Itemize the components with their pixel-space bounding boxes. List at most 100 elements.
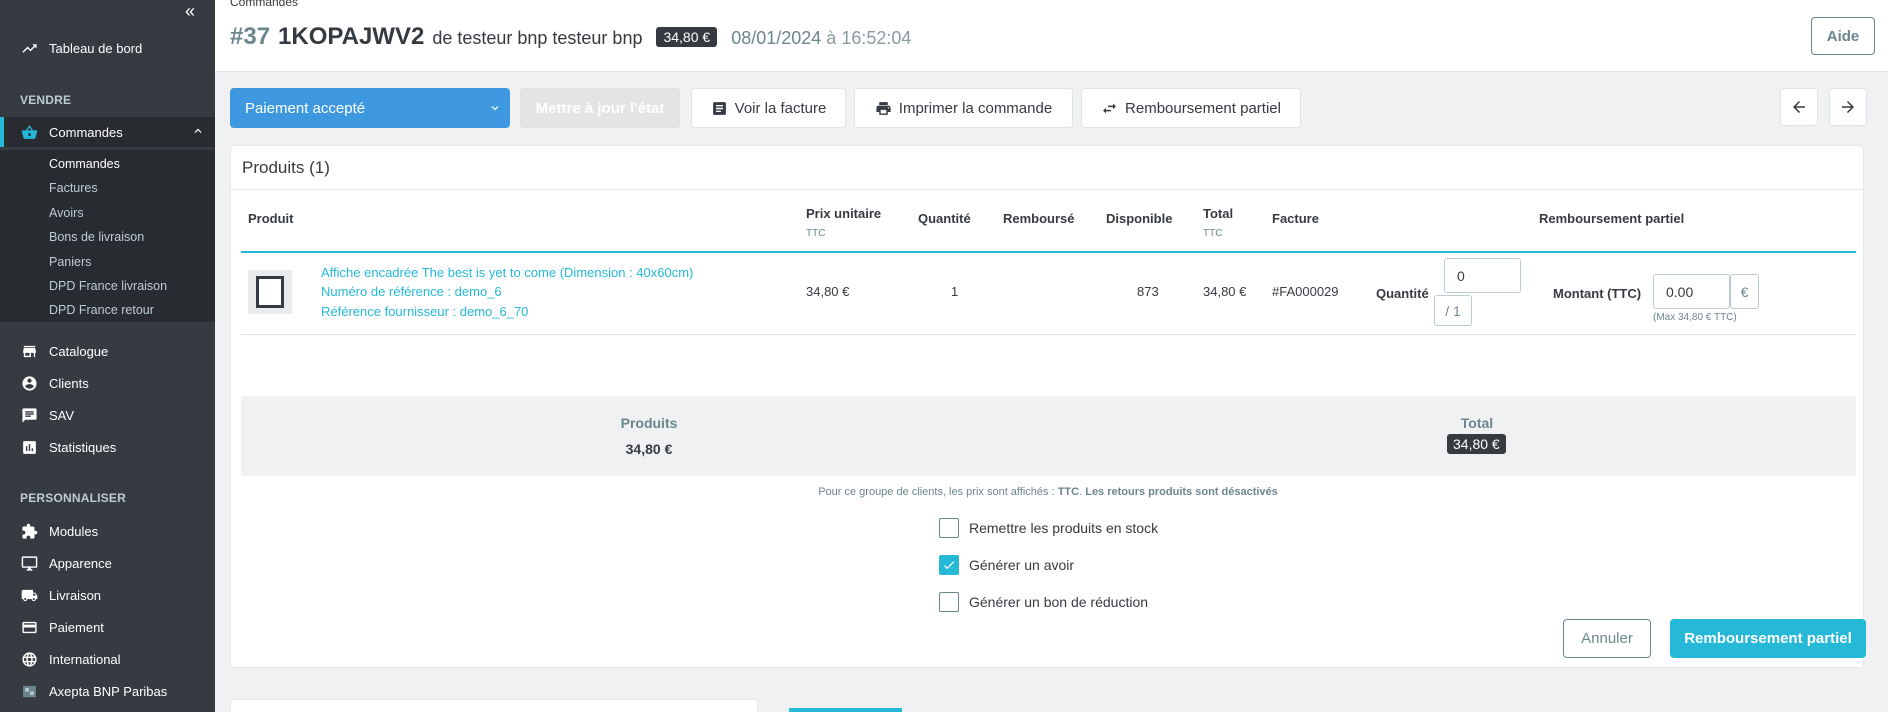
sidebar-item-label: Statistiques — [49, 439, 117, 455]
axepta-logo-icon — [20, 682, 38, 700]
chart-box-icon — [20, 438, 38, 456]
check-icon — [943, 561, 955, 570]
section-title-customize: PERSONNALISER — [20, 491, 126, 505]
subnav-carts[interactable]: Paniers — [49, 255, 91, 269]
refund-quantity-input[interactable]: 0 — [1444, 258, 1521, 293]
voucher-checkbox[interactable] — [939, 592, 959, 612]
sidebar-item-label: Tableau de bord — [49, 40, 143, 56]
sidebar-item-customers[interactable]: Clients — [0, 368, 215, 398]
arrow-right-icon — [1842, 101, 1854, 113]
basket-icon — [20, 123, 38, 141]
col-header-total: Total — [1203, 206, 1234, 221]
print-order-button[interactable]: Imprimer la commande — [854, 88, 1073, 128]
col-header-total-sub: TTC — [1203, 228, 1223, 239]
sidebar-item-catalog[interactable]: Catalogue — [0, 336, 215, 366]
sidebar-item-label: Paiement — [49, 619, 104, 635]
store-icon — [20, 342, 38, 360]
credit-card-icon — [20, 618, 38, 636]
sidebar-item-label: Clients — [49, 375, 89, 391]
page-title: #37 1KOPAJWV2 de testeur bnp testeur bnp… — [230, 23, 911, 51]
print-order-label: Imprimer la commande — [898, 99, 1053, 117]
orders-submenu: Commandes Factures Avoirs Bons de livrai… — [0, 150, 215, 322]
help-button[interactable]: Aide — [1811, 17, 1875, 55]
account-circle-icon — [20, 374, 38, 392]
sidebar-item-stats[interactable]: Statistiques — [0, 432, 215, 462]
sidebar-item-shipping[interactable]: Livraison — [0, 580, 215, 610]
col-header-unit-price-sub: TTC — [806, 228, 826, 239]
previous-order-button[interactable] — [1780, 88, 1818, 126]
view-invoice-label: Voir la facture — [734, 99, 827, 117]
refund-amount-label: Montant (TTC) — [1553, 286, 1642, 301]
puzzle-icon — [20, 522, 38, 540]
col-header-refunded: Remboursé — [1003, 211, 1075, 226]
sidebar: « Tableau de bord VENDRE Commandes Comma… — [0, 0, 215, 712]
page-header: Commandes #37 1KOPAJWV2 de testeur bnp t… — [215, 0, 1888, 72]
order-reference: 1KOPAJWV2 — [278, 23, 425, 50]
totals-products-label: Produits — [620, 415, 678, 431]
product-unit-price: 34,80 € — [806, 284, 850, 299]
tax-display-note: Pour ce groupe de clients, les prix sont… — [818, 486, 1278, 498]
order-time-value: 16:52:04 — [841, 28, 912, 48]
double-chevron-left-icon[interactable]: « — [180, 2, 200, 22]
col-header-product: Produit — [248, 211, 294, 226]
partial-refund-toolbar-label: Remboursement partiel — [1125, 99, 1281, 117]
sidebar-item-international[interactable]: International — [0, 644, 215, 674]
table-row-divider — [241, 334, 1856, 335]
swap-icon — [1103, 103, 1116, 113]
col-header-partial-refund: Remboursement partiel — [1539, 211, 1685, 226]
arrow-left-icon — [1793, 101, 1805, 113]
chevron-up-icon[interactable] — [191, 124, 205, 138]
restock-option[interactable]: Remettre les produits en stock — [939, 518, 1158, 538]
subnav-orders[interactable]: Commandes — [49, 157, 120, 171]
sidebar-item-modules[interactable]: Modules — [0, 516, 215, 546]
sidebar-item-payment[interactable]: Paiement — [0, 612, 215, 642]
printer-icon — [876, 101, 891, 115]
subnav-dpd-delivery[interactable]: DPD France livraison — [49, 279, 167, 293]
subnav-delivery-slips[interactable]: Bons de livraison — [49, 230, 144, 244]
credit-slip-label: Générer un avoir — [969, 557, 1075, 573]
globe-icon — [20, 650, 38, 668]
credit-slip-checkbox[interactable] — [939, 555, 959, 575]
product-available: 873 — [1137, 284, 1159, 299]
products-card-title: Produits (1) — [231, 146, 1863, 190]
breadcrumb[interactable]: Commandes — [230, 0, 298, 9]
restock-label: Remettre les produits en stock — [969, 520, 1159, 536]
refund-quantity-max: / 1 — [1434, 295, 1472, 326]
product-invoice-number: #FA000029 — [1272, 284, 1339, 299]
sidebar-item-label: Livraison — [49, 587, 102, 603]
sidebar-item-label: Modules — [49, 523, 99, 539]
sidebar-item-axepta[interactable]: Axepta BNP Paribas — [0, 676, 215, 706]
order-status-select[interactable]: Paiement accepté — [230, 88, 510, 128]
products-card: Produits (1) Produit Prix unitaire TTC Q… — [230, 145, 1866, 668]
product-reference: Numéro de référence : demo_6 — [321, 284, 502, 299]
sidebar-item-dashboard[interactable]: Tableau de bord — [0, 33, 215, 63]
partial-refund-submit-button[interactable]: Remboursement partiel — [1670, 619, 1866, 658]
sidebar-item-sav[interactable]: SAV — [0, 400, 215, 430]
sidebar-item-orders[interactable]: Commandes — [0, 117, 215, 147]
order-number: #37 — [230, 23, 271, 50]
subnav-dpd-return[interactable]: DPD France retour — [49, 303, 154, 317]
col-header-unit-price: Prix unitaire — [806, 206, 882, 221]
credit-slip-option[interactable]: Générer un avoir — [939, 555, 1074, 575]
sidebar-item-label: Catalogue — [49, 343, 109, 359]
framed-poster-image — [256, 276, 284, 308]
update-state-button[interactable]: Mettre à jour l'état — [520, 88, 680, 128]
subnav-invoices[interactable]: Factures — [49, 181, 98, 195]
sidebar-item-appearance[interactable]: Apparence — [0, 548, 215, 578]
section-title-sell: VENDRE — [20, 93, 72, 107]
subnav-credit-slips[interactable]: Avoirs — [49, 206, 84, 220]
next-order-button[interactable] — [1829, 88, 1867, 126]
refund-amount-max: (Max 34,80 € TTC) — [1653, 312, 1737, 323]
restock-checkbox[interactable] — [939, 518, 959, 538]
view-invoice-button[interactable]: Voir la facture — [691, 88, 846, 128]
cancel-button[interactable]: Annuler — [1563, 619, 1651, 658]
note-prefix: Pour ce groupe de clients, les prix sont… — [818, 486, 1055, 498]
voucher-option[interactable]: Générer un bon de réduction — [939, 592, 1148, 612]
sidebar-item-label: Axepta BNP Paribas — [49, 683, 168, 699]
sidebar-item-label: International — [49, 651, 121, 667]
partial-refund-toolbar-button[interactable]: Remboursement partiel — [1081, 88, 1301, 128]
product-name-link[interactable]: Affiche encadrée The best is yet to come… — [321, 265, 693, 280]
next-tab-indicator[interactable] — [789, 708, 902, 712]
totals-total-label: Total — [1460, 415, 1494, 431]
refund-amount-input[interactable]: 0.00 — [1653, 274, 1730, 309]
